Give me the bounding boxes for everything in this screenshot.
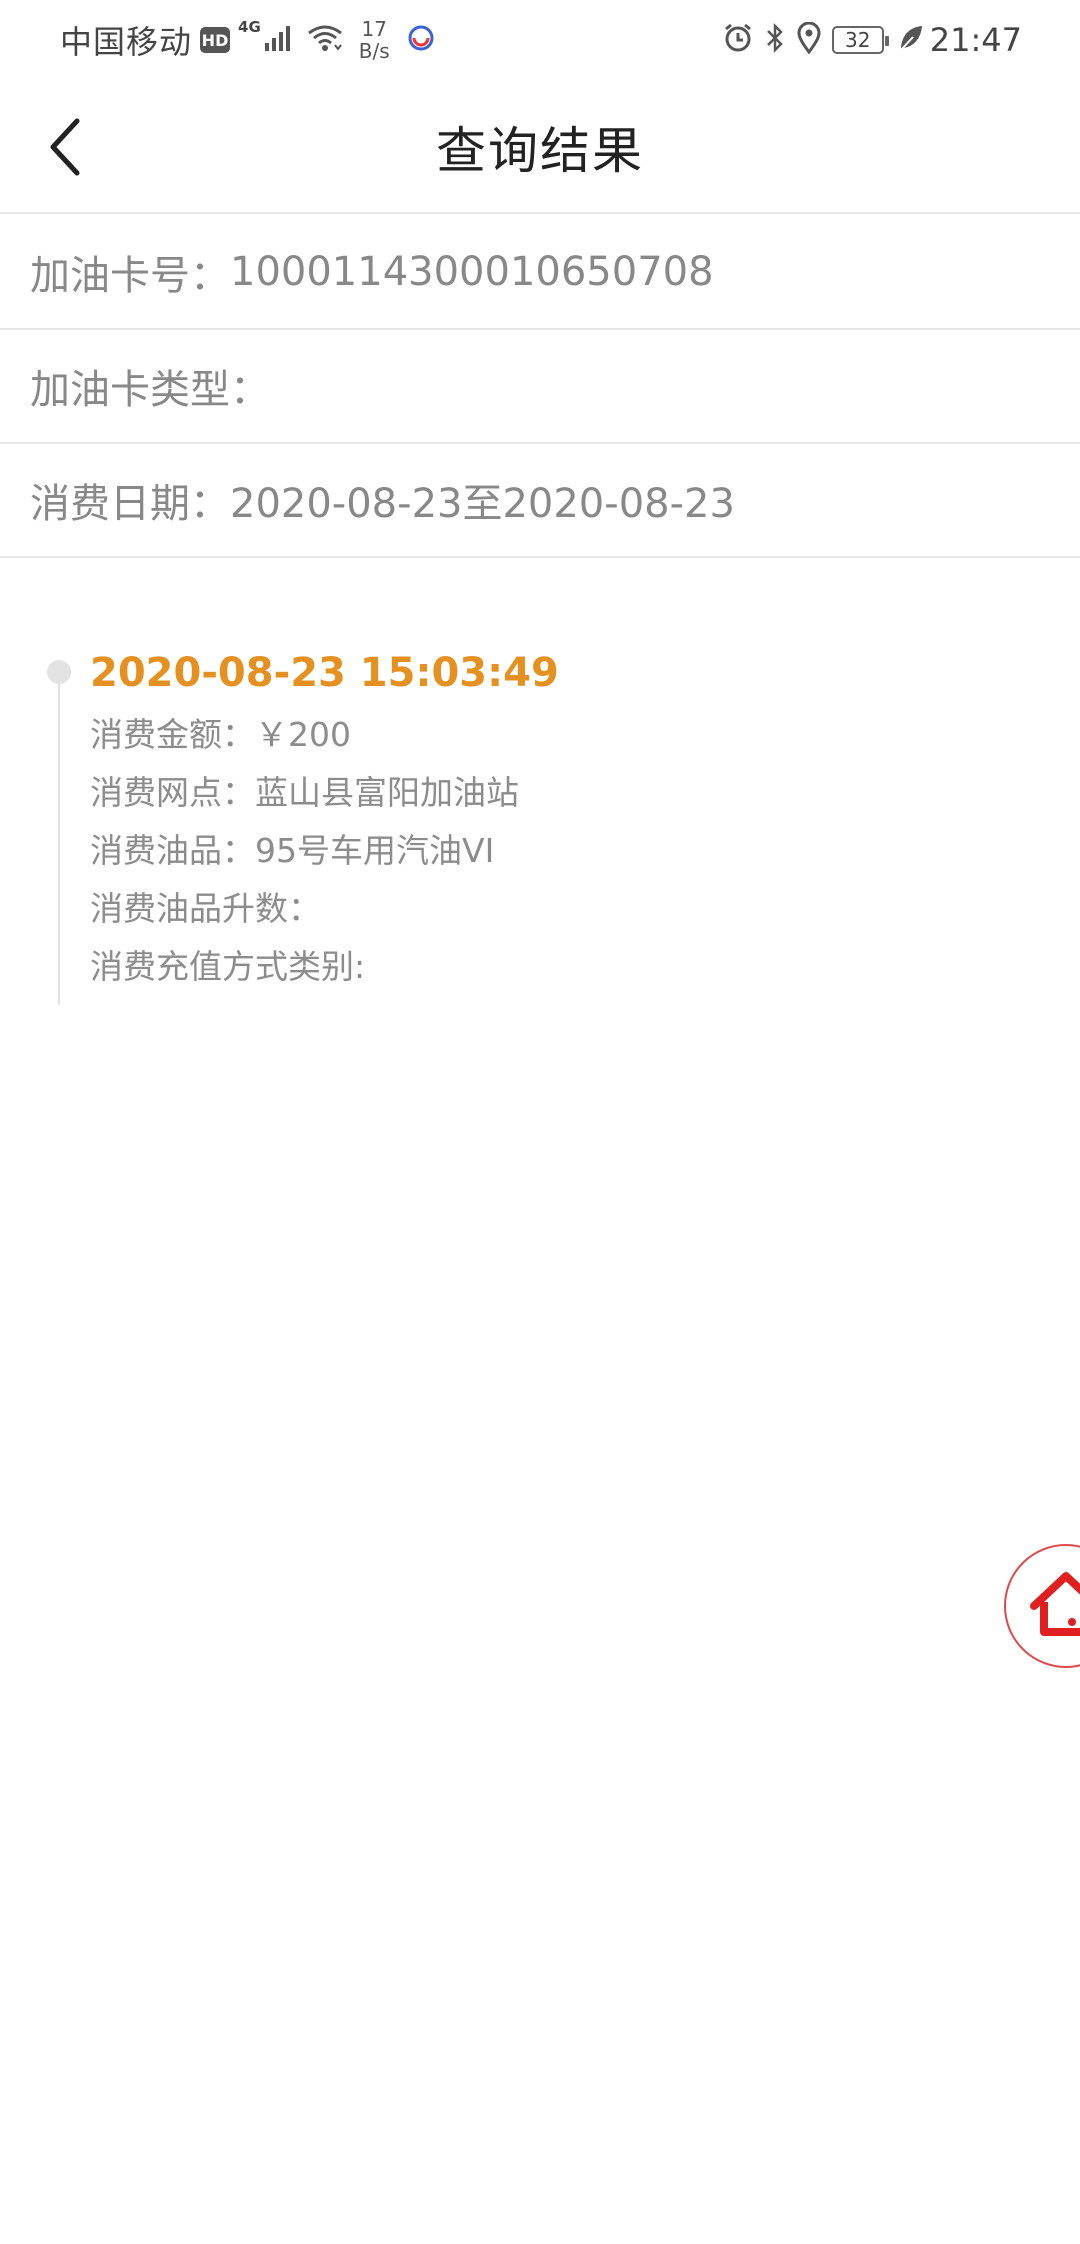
status-left: 中国移动 HD 4G 17 B/s [60,18,434,62]
signal-icon [263,23,293,57]
record-amount: 消费金额：￥200 [90,715,351,754]
speed-value: 17 [361,17,387,41]
card-type-row: 加油卡类型： [0,330,1080,444]
page-title: 查询结果 [436,122,644,180]
status-time: 21:47 [929,21,1022,59]
timeline-line [58,670,60,1005]
hd-badge: HD [200,27,231,53]
battery-icon: 32 [831,26,889,54]
bluetooth-icon [764,22,786,58]
date-row: 消费日期： 2020-08-23至2020-08-23 [0,444,1080,558]
nav-bar: 查询结果 [0,80,1080,214]
alarm-icon [722,22,754,58]
date-label: 消费日期： [30,481,230,527]
date-value: 2020-08-23至2020-08-23 [230,481,735,527]
status-bar: 中国移动 HD 4G 17 B/s 32 21:47 [0,0,1080,80]
record-liters: 消费油品升数： [90,889,321,928]
card-number-label: 加油卡号： [30,253,230,299]
wifi-icon [305,23,345,57]
consumption-record: 2020-08-23 15:03:49 消费金额：￥200 消费网点：蓝山县富阳… [0,630,1080,1010]
record-product: 消费油品：95号车用汽油VI [90,831,495,870]
network-speed: 17 B/s [359,18,390,62]
network-type: 4G [238,18,261,36]
home-icon [1030,1572,1080,1636]
card-number-value: 1000114300010650708 [230,249,714,295]
record-station: 消费网点：蓝山县富阳加油站 [90,773,519,812]
app-dot-icon [408,25,434,55]
status-right: 32 21:47 [712,18,1022,62]
card-type-label: 加油卡类型： [30,367,270,413]
record-payment-type: 消费充值方式类别: [90,947,366,986]
home-button[interactable] [1004,1544,1080,1668]
location-icon [796,21,822,58]
leaf-icon [898,23,924,57]
battery-level: 32 [845,28,871,52]
record-timestamp: 2020-08-23 15:03:49 [90,650,559,696]
carrier-name: 中国移动 [60,23,193,61]
speed-unit: B/s [358,39,390,63]
card-number-row: 加油卡号： 1000114300010650708 [0,216,1080,330]
timeline-dot [47,660,71,684]
